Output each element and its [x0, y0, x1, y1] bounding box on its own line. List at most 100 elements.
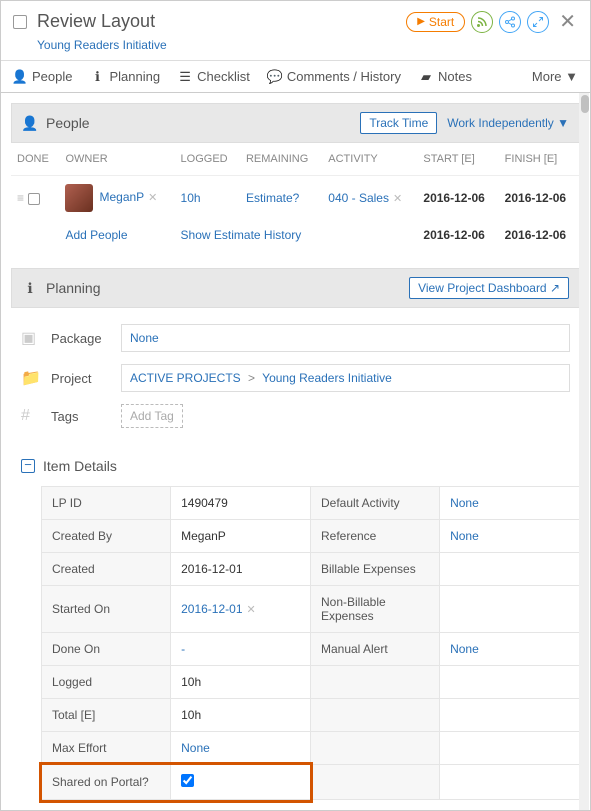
detail-row: Max EffortNone [42, 732, 580, 765]
tab-planning[interactable]: ℹPlanning [90, 69, 160, 84]
track-time-button[interactable]: Track Time [360, 112, 437, 134]
col-finish: FINISH [E] [499, 143, 580, 176]
view-dashboard-button[interactable]: View Project Dashboard ↗ [409, 277, 569, 299]
finish-date: 2016-12-06 [499, 220, 580, 250]
project-link[interactable]: Young Readers Initiative [37, 38, 578, 52]
detail-label [310, 765, 439, 800]
tab-comments[interactable]: 💬Comments / History [268, 69, 401, 84]
detail-value[interactable]: 2016-12-01✕ [171, 586, 311, 633]
table-row: ≡ MeganP ✕ 10h Estimate? 040 - Sales ✕ 201… [11, 176, 580, 221]
clear-icon[interactable]: ✕ [247, 604, 256, 616]
tab-notes[interactable]: ▰Notes [419, 69, 472, 84]
finish-date: 2016-12-06 [499, 176, 580, 221]
tab-checklist[interactable]: ☰Checklist [178, 69, 250, 84]
detail-value[interactable]: None [440, 487, 580, 520]
header: Review Layout Young Readers Initiative S… [1, 1, 590, 61]
tags-label: Tags [51, 409, 121, 424]
detail-value[interactable]: None [440, 633, 580, 666]
detail-label: Max Effort [42, 732, 171, 765]
detail-label: Default Activity [310, 487, 439, 520]
detail-label: Logged [42, 666, 171, 699]
planning-section-header: ℹ Planning View Project Dashboard ↗ [11, 268, 580, 308]
people-table: DONE OWNER LOGGED REMAINING ACTIVITY STA… [11, 143, 580, 250]
start-date: 2016-12-06 [417, 220, 498, 250]
collapse-icon[interactable]: − [21, 459, 35, 473]
detail-value: 2016-12-01 [171, 553, 311, 586]
package-value[interactable]: None [121, 324, 570, 352]
detail-row: Logged10h [42, 666, 580, 699]
detail-label [310, 699, 439, 732]
detail-row: LP ID1490479Default ActivityNone [42, 487, 580, 520]
project-row: 📁 Project ACTIVE PROJECTS > Young Reader… [11, 358, 580, 398]
item-details-header: − Item Details [11, 450, 580, 486]
section-title: Item Details [43, 458, 117, 474]
detail-label: Shared on Portal? [42, 765, 171, 800]
owner-link[interactable]: MeganP [99, 190, 144, 204]
project-label: Project [51, 371, 121, 386]
project-breadcrumb[interactable]: ACTIVE PROJECTS > Young Readers Initiati… [121, 364, 570, 392]
tab-more[interactable]: More ▼ [532, 69, 578, 84]
start-date: 2016-12-06 [417, 176, 498, 221]
col-start: START [E] [417, 143, 498, 176]
checklist-icon: ☰ [178, 70, 192, 84]
scrollbar-thumb[interactable] [581, 95, 589, 113]
person-icon: 👤 [13, 70, 27, 84]
detail-value [440, 586, 580, 633]
drag-handle-icon[interactable]: ≡ [17, 191, 24, 205]
detail-label: Reference [310, 520, 439, 553]
scrollbar-track[interactable] [579, 93, 589, 810]
logged-value[interactable]: 10h [181, 191, 201, 205]
detail-label [310, 732, 439, 765]
detail-value: 1490479 [171, 487, 311, 520]
content: 👤 People Track Time Work Independently ▼… [1, 93, 590, 810]
detail-row: Done On-Manual AlertNone [42, 633, 580, 666]
add-people-link[interactable]: Add People [65, 228, 127, 242]
work-independently-dropdown[interactable]: Work Independently ▼ [447, 116, 569, 130]
detail-value [440, 666, 580, 699]
section-title: Planning [46, 280, 101, 296]
package-label: Package [51, 331, 121, 346]
detail-value [440, 765, 580, 800]
page-title: Review Layout [37, 11, 155, 32]
detail-value[interactable]: None [171, 732, 311, 765]
done-checkbox[interactable] [13, 15, 27, 29]
folder-icon: 📁 [21, 370, 41, 386]
detail-row: Total [E]10h [42, 699, 580, 732]
detail-row: Created2016-12-01Billable Expenses [42, 553, 580, 586]
detail-label: Done On [42, 633, 171, 666]
detail-row: Started On2016-12-01✕Non-Billable Expens… [42, 586, 580, 633]
detail-value[interactable]: None [440, 520, 580, 553]
row-checkbox[interactable] [28, 193, 40, 205]
detail-value [440, 732, 580, 765]
rss-icon[interactable] [471, 11, 493, 33]
detail-value[interactable]: - [171, 633, 311, 666]
start-button[interactable]: Start [406, 12, 465, 32]
remove-owner-icon[interactable]: ✕ [148, 192, 157, 204]
comment-icon: 💬 [268, 70, 282, 84]
remove-activity-icon[interactable]: ✕ [393, 193, 402, 205]
estimate-link[interactable]: Estimate? [246, 191, 299, 205]
col-remaining: REMAINING [240, 143, 322, 176]
detail-value: MeganP [171, 520, 311, 553]
col-activity: ACTIVITY [322, 143, 417, 176]
detail-label [310, 666, 439, 699]
activity-link[interactable]: 040 - Sales [328, 191, 389, 205]
detail-label: Created [42, 553, 171, 586]
detail-value[interactable] [171, 765, 311, 800]
table-row: Add People Show Estimate History 2016-12… [11, 220, 580, 250]
show-history-link[interactable]: Show Estimate History [181, 228, 302, 242]
section-title: People [46, 115, 90, 131]
col-owner: OWNER [59, 143, 174, 176]
add-tag-input[interactable]: Add Tag [121, 404, 183, 428]
detail-label: Total [E] [42, 699, 171, 732]
tab-people[interactable]: 👤People [13, 69, 72, 84]
expand-icon[interactable] [527, 11, 549, 33]
shared-portal-checkbox[interactable] [181, 774, 194, 787]
package-icon: ▣ [21, 330, 41, 346]
share-icon[interactable] [499, 11, 521, 33]
info-icon: ℹ [22, 280, 38, 296]
detail-row: Shared on Portal? [42, 765, 580, 800]
detail-row: Created ByMeganPReferenceNone [42, 520, 580, 553]
close-icon[interactable]: ✕ [555, 9, 580, 34]
detail-label: Created By [42, 520, 171, 553]
